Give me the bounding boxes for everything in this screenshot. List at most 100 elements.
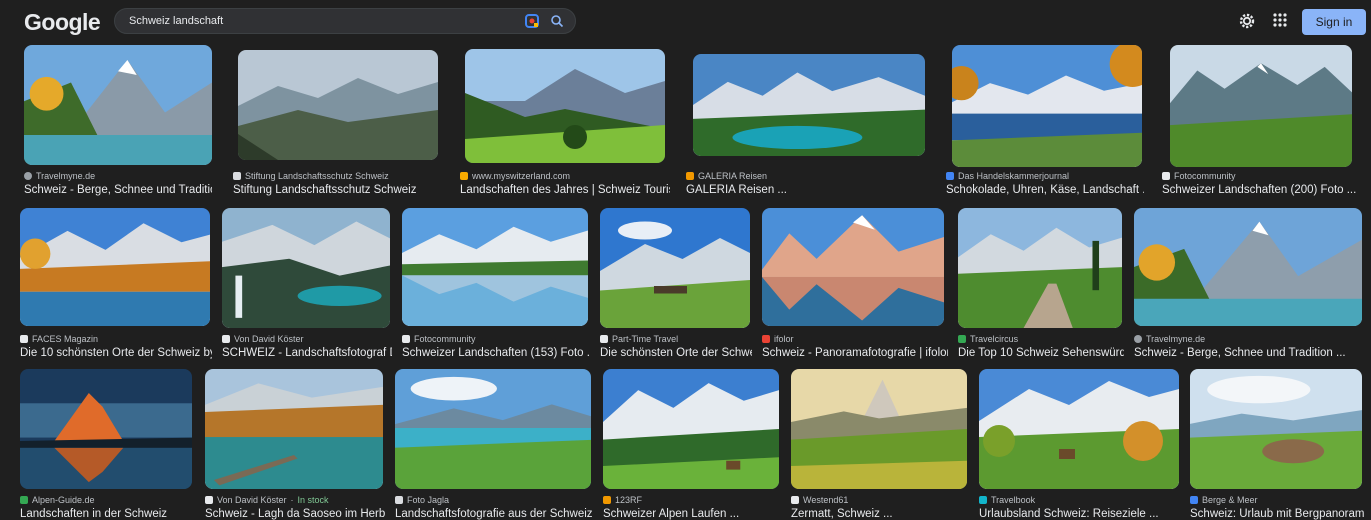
source-label: Fotocommunity [1162,170,1362,182]
image-result-card[interactable]: Travelcircus Die Top 10 Schweiz Sehenswü… [958,208,1124,359]
result-thumbnail[interactable] [762,208,944,326]
source-favicon [395,496,403,504]
result-thumbnail[interactable] [958,208,1122,328]
source-favicon [1134,335,1142,343]
google-logo[interactable]: Google [24,9,101,36]
search-icon[interactable] [549,13,565,29]
result-title[interactable]: Schweiz - Panoramafotografie | ifolor [762,347,948,359]
result-thumbnail[interactable] [465,49,665,163]
source-label: FACES Magazin [20,333,212,345]
image-result-card[interactable]: ifolor Schweiz - Panoramafotografie | if… [762,208,948,359]
result-title[interactable]: Stiftung Landschaftsschutz Schweiz [233,184,443,196]
result-title[interactable]: Urlaubsland Schweiz: Reiseziele ... [979,508,1181,520]
source-name: FACES Magazin [32,334,99,344]
google-lens-icon[interactable] [524,13,540,29]
image-result-card[interactable]: Das Handelskammerjournal Schokolade, Uhr… [946,45,1144,196]
source-name: Travelbook [991,495,1036,505]
result-thumbnail[interactable] [395,369,591,489]
source-favicon [20,496,28,504]
source-label: www.myswitzerland.com [460,170,670,182]
source-name: Travelmyne.de [1146,334,1206,344]
result-thumbnail[interactable] [402,208,588,326]
source-name: GALERIA Reisen [698,171,768,181]
source-favicon [20,335,28,343]
result-thumbnail[interactable] [979,369,1179,489]
image-result-card[interactable]: FACES Magazin Die 10 schönsten Orte der … [20,208,212,359]
source-label: Travelmyne.de [24,170,212,182]
source-favicon [762,335,770,343]
result-title[interactable]: Schweizer Landschaften (153) Foto ... [402,347,590,359]
result-thumbnail[interactable] [1134,208,1362,326]
source-name: Fotocommunity [1174,171,1236,181]
result-title[interactable]: Schweiz: Urlaub mit Bergpanorama ... [1190,508,1364,520]
image-result-card[interactable]: Von David Köster · In stock Schweiz - La… [205,369,385,520]
result-title[interactable]: Die schönsten Orte der Schweiz... [600,347,752,359]
image-result-card[interactable]: Alpen-Guide.de Landschaften in der Schwe… [20,369,194,520]
search-input[interactable]: Schweiz landschaft [129,15,223,27]
source-name: Westend61 [803,495,849,505]
source-favicon [791,496,799,504]
result-title[interactable]: Schweiz - Berge, Schnee und Tradition ..… [24,184,212,196]
source-name: Fotocommunity [414,334,476,344]
result-thumbnail[interactable] [20,208,210,326]
source-label: Das Handelskammerjournal [946,170,1144,182]
result-title[interactable]: Schweiz - Berge, Schnee und Tradition ..… [1134,347,1364,359]
image-result-card[interactable]: Travelbook Urlaubsland Schweiz: Reisezie… [979,369,1181,520]
image-result-card[interactable]: www.myswitzerland.com Landschaften des J… [460,45,670,196]
image-result-card[interactable]: Fotocommunity Schweizer Landschaften (20… [1162,45,1362,196]
image-result-card[interactable]: Westend61 Zermatt, Schweiz ... [791,369,969,520]
source-label: Westend61 [791,494,969,506]
result-thumbnail[interactable] [791,369,967,489]
source-label: Alpen-Guide.de [20,494,194,506]
image-result-card[interactable]: Fotocommunity Schweizer Landschaften (15… [402,208,590,359]
result-thumbnail[interactable] [693,54,925,156]
source-favicon [686,172,694,180]
source-label: Travelbook [979,494,1181,506]
image-result-card[interactable]: Foto Jagla Landschaftsfotografie aus der… [395,369,593,520]
result-thumbnail[interactable] [24,45,212,165]
image-result-card[interactable]: Travelmyne.de Schweiz - Berge, Schnee un… [24,45,212,196]
result-thumbnail[interactable] [238,50,438,160]
result-title[interactable]: Landschaften des Jahres | Schweiz Touris… [460,184,670,196]
source-favicon [603,496,611,504]
result-thumbnail[interactable] [20,369,192,489]
result-thumbnail[interactable] [952,45,1142,167]
result-thumbnail[interactable] [600,208,750,328]
result-thumbnail[interactable] [603,369,779,489]
apps-grid-icon[interactable] [1272,12,1288,28]
result-title[interactable]: Die 10 schönsten Orte der Schweiz by FA.… [20,347,212,359]
image-result-card[interactable]: Berge & Meer Schweiz: Urlaub mit Bergpan… [1190,369,1364,520]
source-name: Berge & Meer [1202,495,1258,505]
result-title[interactable]: SCHWEIZ - Landschaftsfotograf Dav... [222,347,392,359]
source-favicon [1190,496,1198,504]
source-favicon [402,335,410,343]
result-thumbnail[interactable] [222,208,390,328]
result-title[interactable]: Die Top 10 Schweiz Sehenswürdigk... [958,347,1124,359]
result-title[interactable]: Zermatt, Schweiz ... [791,508,969,520]
image-result-card[interactable]: Stiftung Landschaftsschutz Schweiz Stift… [233,45,443,196]
result-thumbnail[interactable] [205,369,383,489]
source-label: 123RF [603,494,781,506]
sign-in-button[interactable]: Sign in [1302,9,1366,35]
result-title[interactable]: Schweizer Landschaften (200) Foto ... [1162,184,1362,196]
image-result-card[interactable]: Von David Köster SCHWEIZ - Landschaftsfo… [222,208,392,359]
result-thumbnail[interactable] [1190,369,1362,489]
gear-icon[interactable] [1238,12,1256,30]
source-label: Von David Köster · In stock [205,494,385,506]
image-result-card[interactable]: Part-Time Travel Die schönsten Orte der … [600,208,752,359]
image-result-card[interactable]: 123RF Schweizer Alpen Laufen ... [603,369,781,520]
search-box[interactable]: Schweiz landschaft [114,8,576,34]
result-title[interactable]: Landschaftsfotografie aus der Schweiz [395,508,593,520]
source-label: Fotocommunity [402,333,590,345]
result-thumbnail[interactable] [1170,45,1352,167]
image-result-card[interactable]: GALERIA Reisen GALERIA Reisen ... [686,45,931,196]
source-label: Travelmyne.de [1134,333,1364,345]
result-title[interactable]: Schweizer Alpen Laufen ... [603,508,781,520]
source-label: Travelcircus [958,333,1124,345]
result-title[interactable]: GALERIA Reisen ... [686,184,931,196]
result-title[interactable]: Landschaften in der Schweiz [20,508,194,520]
source-label: Part-Time Travel [600,333,752,345]
result-title[interactable]: Schweiz - Lagh da Saoseo im Herbst, ... [205,508,385,520]
result-title[interactable]: Schokolade, Uhren, Käse, Landschaft ... [946,184,1144,196]
image-result-card[interactable]: Travelmyne.de Schweiz - Berge, Schnee un… [1134,208,1364,359]
